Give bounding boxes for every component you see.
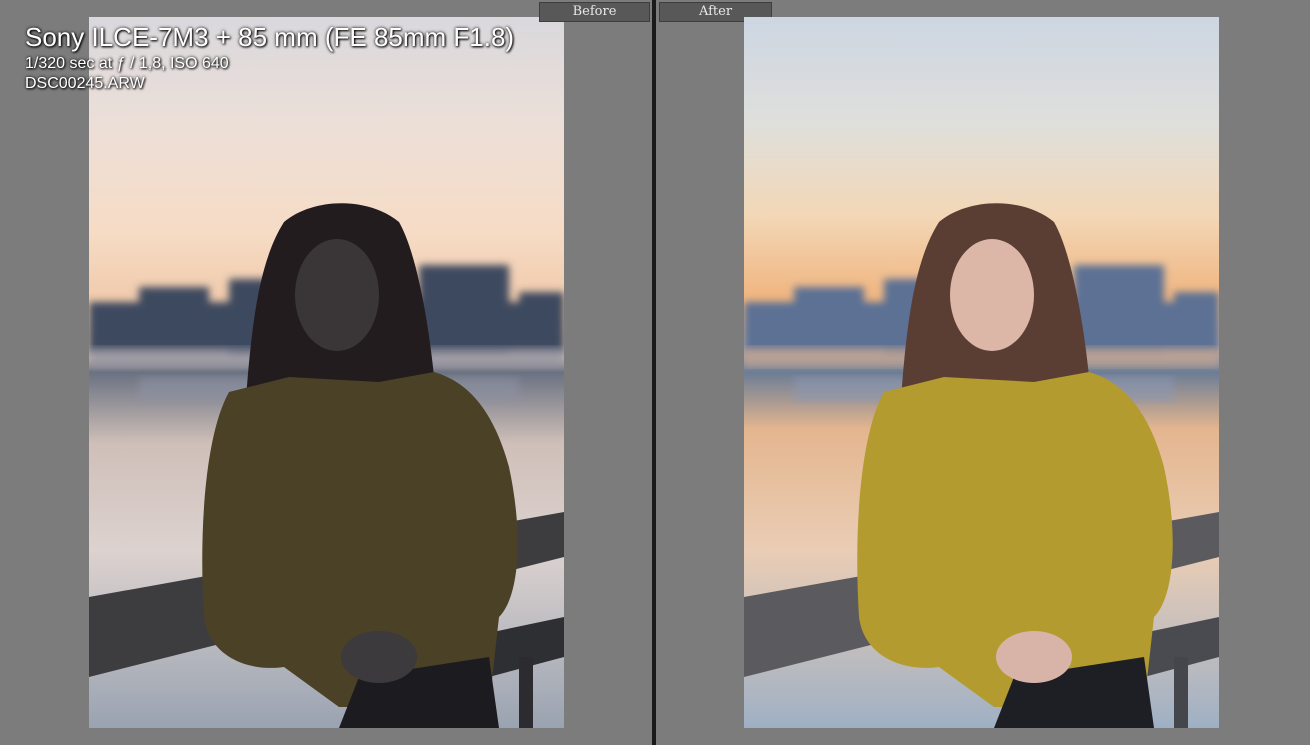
after-pane[interactable]: After — [656, 0, 1310, 745]
before-pane[interactable]: Before Sony ILCE-7M3 + 85 mm (FE 85mm F1… — [0, 0, 652, 745]
exposure-info: 1/320 sec at ƒ / 1,8, ISO 640 — [25, 55, 229, 72]
before-photo[interactable] — [89, 17, 564, 728]
before-photo-image — [89, 17, 564, 728]
filename-info: DSC00245.ARW — [25, 75, 145, 92]
after-photo-image — [744, 17, 1219, 728]
photo-info-overlay: Sony ILCE-7M3 + 85 mm (FE 85mm F1.8) 1/3… — [25, 20, 514, 94]
after-photo[interactable] — [744, 17, 1219, 728]
before-label: Before — [539, 2, 650, 22]
camera-lens-info: Sony ILCE-7M3 + 85 mm (FE 85mm F1.8) — [25, 22, 515, 52]
